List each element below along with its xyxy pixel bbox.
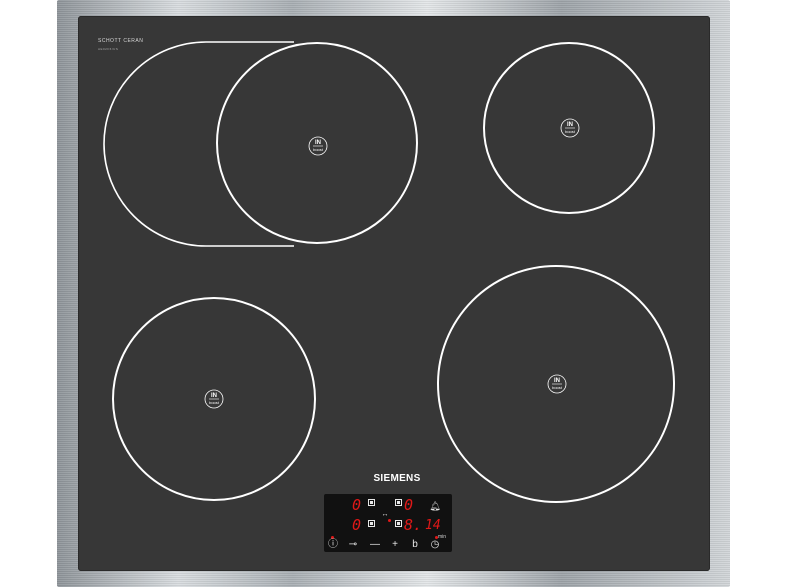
glass-maker-logo: SCHOTT CERAN AE02F6/US bbox=[98, 38, 143, 52]
rear-left-extended-zone bbox=[103, 41, 294, 247]
timer-display: 14 bbox=[425, 518, 441, 533]
boost-text-label-3: boost bbox=[209, 400, 220, 405]
minus-button[interactable]: — bbox=[368, 540, 382, 550]
bell-icon[interactable]: 🔔︎ bbox=[428, 501, 442, 511]
boost-in-label-1: IN bbox=[315, 140, 321, 146]
boost-text-label-2: boost bbox=[565, 129, 576, 134]
front-right-zone-select[interactable] bbox=[395, 520, 402, 527]
residual-heat-dot bbox=[388, 519, 391, 522]
power-icon[interactable]: ⓘ bbox=[326, 540, 340, 550]
rear-left-level-display: 0 bbox=[352, 496, 362, 514]
glass-maker-name: SCHOTT CERAN bbox=[98, 38, 144, 44]
rear-right-level-display: 0 bbox=[404, 496, 414, 514]
boost-in-label-2: IN bbox=[567, 122, 573, 128]
front-right-level-display: 8. bbox=[404, 516, 423, 534]
boost-text-label-1: boost bbox=[313, 147, 324, 152]
plus-button[interactable]: + bbox=[388, 540, 402, 550]
timer-icon[interactable]: ◷ bbox=[428, 540, 442, 550]
boost-in-label-3: IN bbox=[211, 393, 217, 399]
front-left-level-display: 0 bbox=[352, 516, 362, 534]
rear-left-zone-select[interactable] bbox=[368, 499, 375, 506]
boost-text-label-4: boost bbox=[552, 385, 563, 390]
glass-maker-fineprint: AE02F6/US bbox=[98, 47, 119, 51]
rear-right-zone-select[interactable] bbox=[395, 499, 402, 506]
boost-button[interactable]: b bbox=[408, 540, 422, 550]
brand-logo: SIEMENS bbox=[373, 473, 421, 484]
boost-in-label-4: IN bbox=[554, 378, 560, 384]
child-lock-icon[interactable]: ⊸ bbox=[346, 540, 360, 550]
front-left-zone-select[interactable] bbox=[368, 520, 375, 527]
touch-control-panel: 0 0 🔔︎ ↔ 0 8. 14 min ⓘ ⊸ — + b ◷ bbox=[324, 494, 452, 552]
